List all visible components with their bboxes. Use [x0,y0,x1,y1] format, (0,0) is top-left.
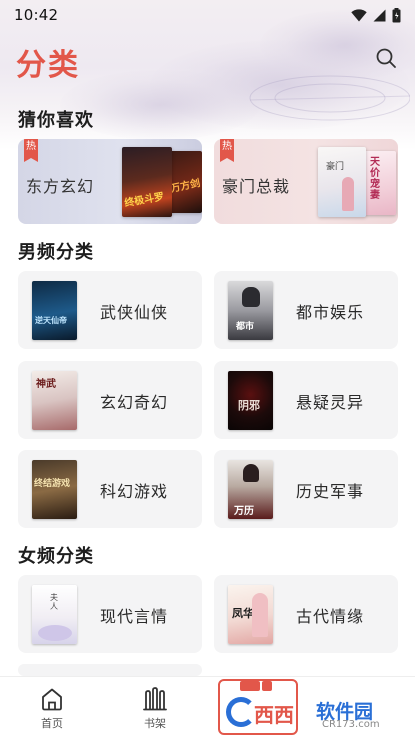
nav-home-label: 首页 [41,717,63,730]
category-history[interactable]: 万历 历史军事 [214,450,398,528]
hot-badge: 热 [24,139,38,162]
watermark-logo: 西西 软件园 CR173.com [218,679,398,735]
status-bar: 10:42 [0,0,415,30]
book-cover: 阴邪 [228,371,273,430]
guess-card-label: 东方玄幻 [26,177,95,196]
guess-card-ceo-romance[interactable]: 热 豪门总裁 天价宠妻 豪门 [214,139,398,224]
book-cover: 终结游戏 [32,460,77,519]
cover-title: 神武 [36,379,56,390]
category-modern-romance[interactable]: 夫人 现代言情 [18,575,202,653]
home-icon [38,685,66,713]
nav-home[interactable]: 首页 [12,677,92,738]
category-label: 都市娱乐 [296,303,365,322]
cover-title: 凤华 [232,607,254,620]
status-icons [351,7,401,23]
nav-bookshelf-label: 书架 [144,717,166,730]
cover-title: 终极斗罗 [123,191,165,210]
category-mystery[interactable]: 阴邪 悬疑灵异 [214,361,398,439]
cover-title: 万方剑 [169,177,202,195]
section-title-guess: 猜你喜欢 [18,110,94,131]
category-label: 武侠仙侠 [100,303,169,322]
category-label: 悬疑灵异 [296,393,365,412]
battery-icon [392,7,401,23]
section-title-female: 女频分类 [18,546,94,567]
category-scifi[interactable]: 终结游戏 科幻游戏 [18,450,202,528]
book-cover: 终极斗罗 [122,147,172,217]
category-label: 现代言情 [100,607,169,626]
page-title: 分类 [16,48,80,83]
hot-badge: 热 [220,139,234,162]
book-cover: 神武 [32,371,77,430]
cover-title: 豪门 [326,162,345,172]
search-icon [375,47,397,73]
status-time: 10:42 [14,6,59,24]
bookshelf-icon [141,685,169,713]
nav-bookshelf[interactable]: 书架 [115,677,195,738]
book-cover: 天价宠妻 [364,151,396,215]
watermark-url: CR173.com [322,719,380,730]
cover-title: 夫人 [50,593,58,611]
watermark-text: 西西 [254,703,294,727]
category-card-partial[interactable] [18,664,202,676]
category-label: 科幻游戏 [100,482,169,501]
book-cover: 都市 [228,281,273,340]
section-title-male: 男频分类 [18,242,94,263]
cover-title: 终结游戏 [34,479,71,489]
cover-title: 万历 [234,506,254,517]
category-wuxia[interactable]: 逆天仙帝 武侠仙侠 [18,271,202,349]
wifi-icon [351,8,367,22]
book-cover: 凤华 [228,585,273,644]
book-cover: 万方剑 [168,151,202,213]
book-cover: 万历 [228,460,273,519]
guess-card-label: 豪门总裁 [222,177,291,196]
category-label: 古代情缘 [296,607,365,626]
category-label: 玄幻奇幻 [100,393,169,412]
signal-icon [373,9,386,22]
book-cover: 夫人 [32,585,77,644]
book-cover: 豪门 [318,147,366,217]
cover-title: 阴邪 [238,399,260,412]
category-ancient-romance[interactable]: 凤华 古代情缘 [214,575,398,653]
category-urban[interactable]: 都市 都市娱乐 [214,271,398,349]
guess-card-eastern-fantasy[interactable]: 热 东方玄幻 万方剑 终极斗罗 [18,139,202,224]
cover-title: 天价宠妻 [370,157,380,201]
category-fantasy[interactable]: 神武 玄幻奇幻 [18,361,202,439]
book-cover: 逆天仙帝 [32,281,77,340]
cover-title: 逆天仙帝 [35,316,67,325]
category-label: 历史军事 [296,482,365,501]
search-button[interactable] [374,48,398,72]
cover-title: 都市 [236,322,255,332]
